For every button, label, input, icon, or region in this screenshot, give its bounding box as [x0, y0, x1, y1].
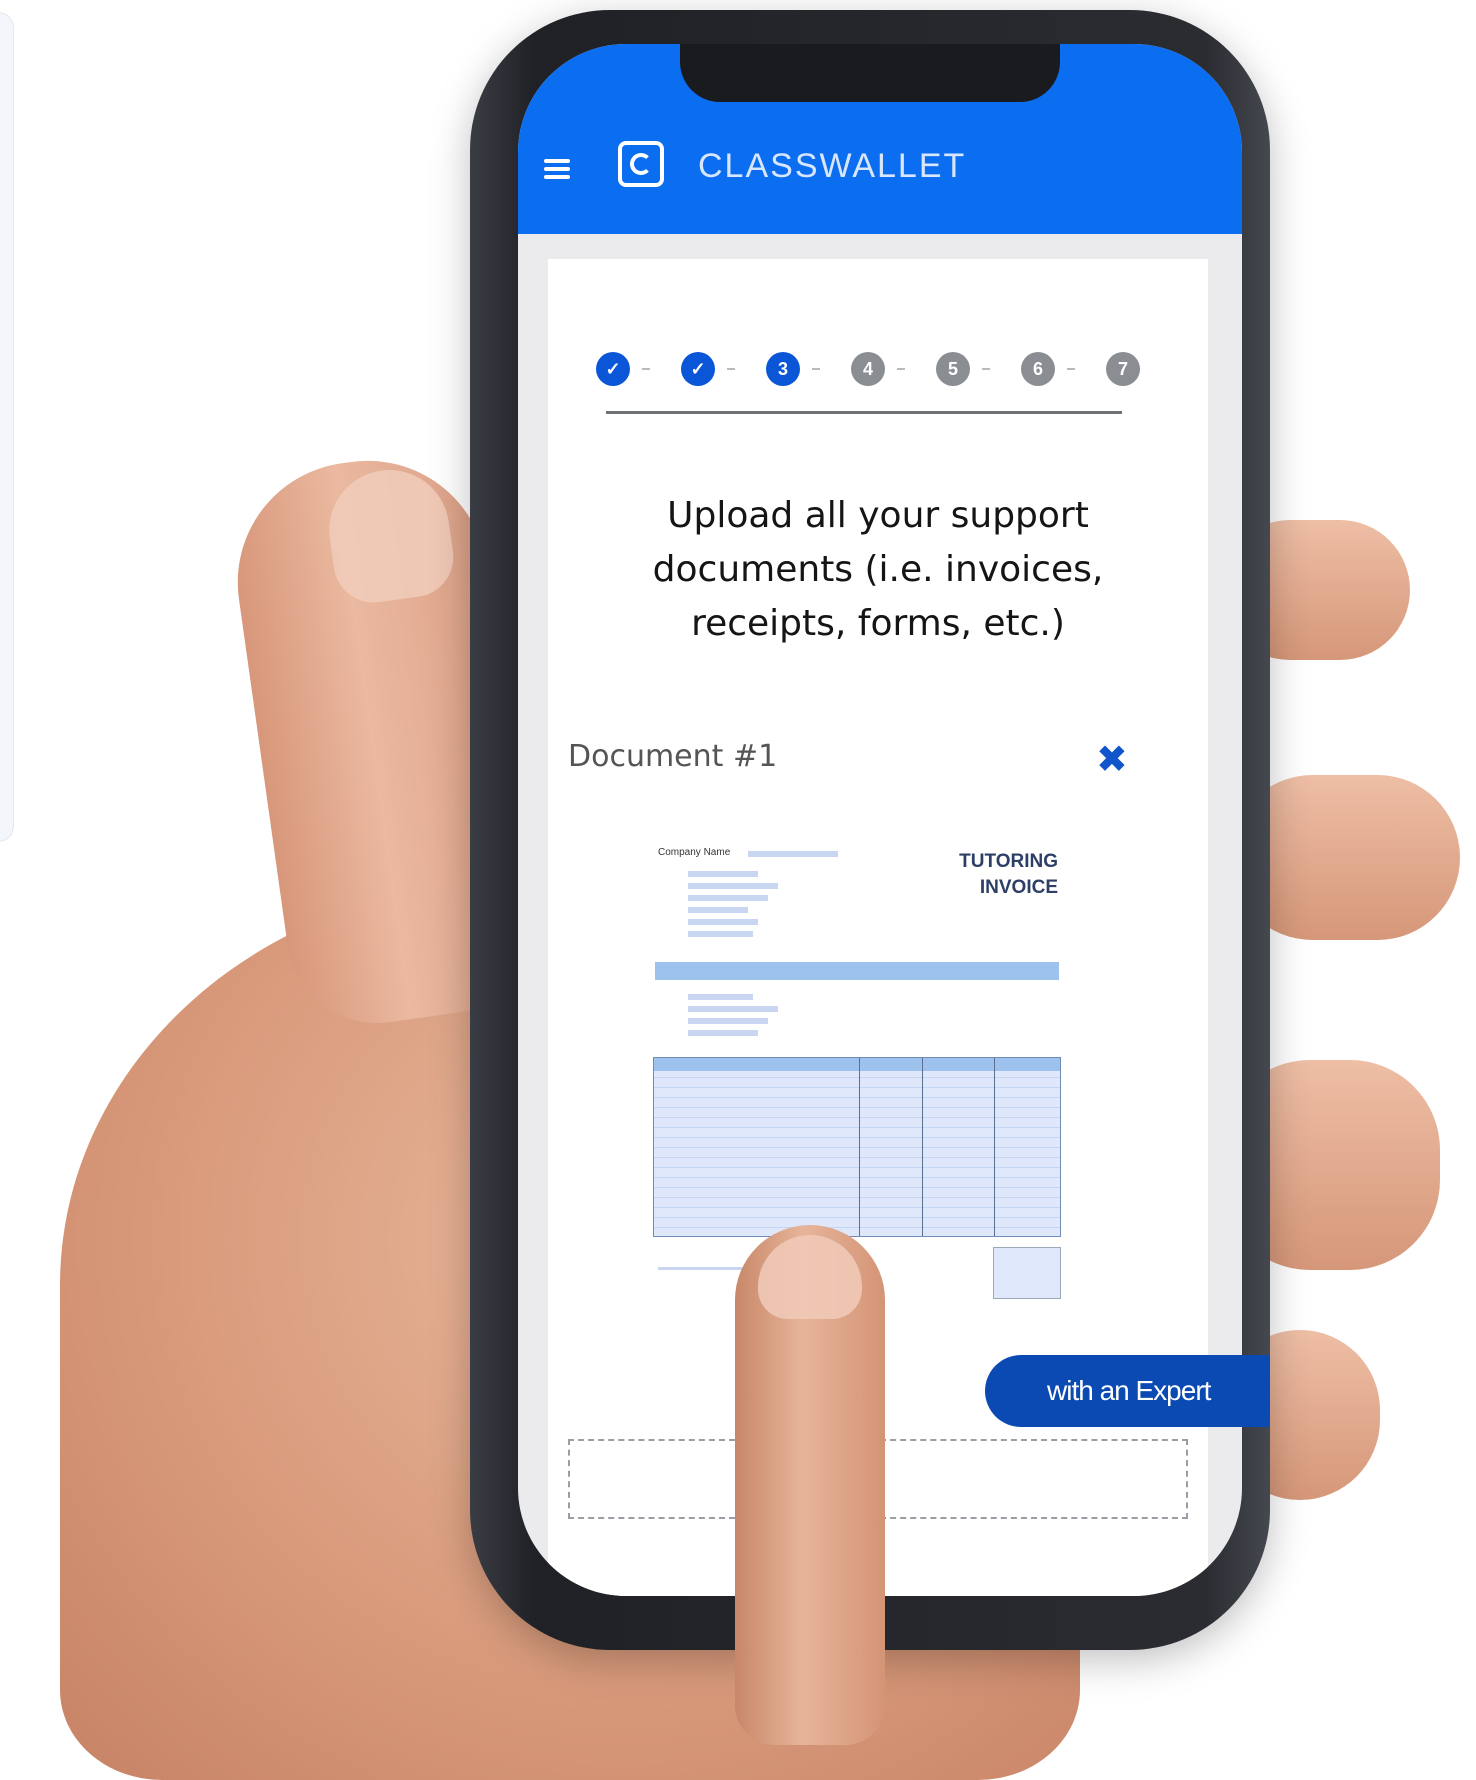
step-4: 4	[851, 352, 885, 386]
invoice-field-line	[688, 931, 753, 937]
invoice-field-line	[688, 1006, 778, 1012]
step-6: 6	[1021, 352, 1055, 386]
close-icon[interactable]: ✖	[1096, 737, 1128, 781]
document-label: Document #1	[568, 739, 778, 774]
invoice-field-line	[688, 919, 758, 925]
step-1-complete-check-icon: ✓	[596, 352, 630, 386]
invoice-title-line: TUTORING	[959, 851, 1058, 872]
invoice-field-line	[688, 871, 758, 877]
invoice-field-line	[748, 851, 838, 857]
invoice-title: TUTORING INVOICE	[959, 849, 1058, 901]
invoice-title-line: INVOICE	[979, 877, 1058, 898]
invoice-totals-box	[993, 1247, 1061, 1299]
step-connector	[897, 368, 905, 370]
step-divider	[606, 411, 1122, 414]
invoice-field-line	[688, 1018, 768, 1024]
invoice-column-divider	[922, 1058, 923, 1236]
step-5: 5	[936, 352, 970, 386]
invoice-table-header	[654, 1058, 1060, 1071]
step-connector	[982, 368, 990, 370]
step-3-current: 3	[766, 352, 800, 386]
headline-line: receipts, forms, etc.)	[691, 603, 1065, 644]
invoice-thumbnail[interactable]: Company Name TUTORING INVOICE	[653, 839, 1063, 1299]
invoice-column-divider	[859, 1058, 860, 1236]
classwallet-logo-icon	[618, 141, 664, 187]
invoice-field-line	[688, 895, 768, 901]
invoice-field-line	[688, 883, 778, 889]
step-connector	[642, 368, 650, 370]
hamburger-menu-icon[interactable]	[544, 159, 570, 179]
invoice-table	[653, 1057, 1061, 1237]
step-7: 7	[1106, 352, 1140, 386]
step-connector	[812, 368, 820, 370]
app-brand-name: CLASSWALLET	[698, 147, 967, 185]
phone-notch	[680, 44, 1060, 102]
upload-instructions: Upload all your support documents (i.e. …	[588, 489, 1168, 651]
invoice-field-line	[688, 1030, 758, 1036]
headline-line: documents (i.e. invoices,	[652, 549, 1104, 590]
invoice-field-line	[688, 907, 748, 913]
step-indicator: ✓ ✓ 3 4 5 6 7	[596, 352, 1156, 392]
invoice-field-line	[688, 994, 753, 1000]
side-panel	[0, 12, 14, 842]
invoice-number-bar	[655, 962, 1059, 980]
step-2-complete-check-icon: ✓	[681, 352, 715, 386]
headline-line: Upload all your support	[667, 495, 1089, 536]
invoice-column-divider	[994, 1058, 995, 1236]
step-connector	[1067, 368, 1075, 370]
step-connector	[727, 368, 735, 370]
chat-with-expert-button[interactable]: with an Expert	[985, 1355, 1270, 1427]
invoice-company-label: Company Name	[658, 847, 731, 858]
